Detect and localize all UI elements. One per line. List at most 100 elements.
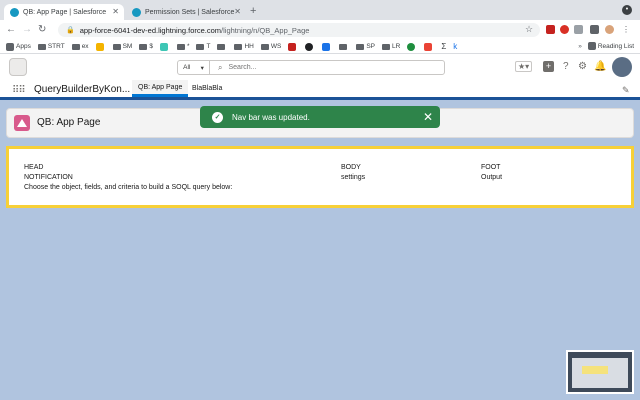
bookmark-red-n[interactable] bbox=[288, 42, 298, 51]
help-question-icon[interactable]: ? bbox=[563, 61, 569, 72]
lock-icon: 🔒 bbox=[66, 27, 75, 34]
bookmark-ws[interactable]: WS bbox=[260, 43, 281, 50]
bookmark-dark[interactable] bbox=[305, 42, 315, 51]
bookmark-green[interactable] bbox=[407, 42, 417, 51]
app-name: QueryBuilderByKon... bbox=[34, 84, 131, 95]
browser-tab-permission-sets[interactable]: Permission Sets | Salesforce ✕ bbox=[126, 4, 246, 20]
col3-foot: FOOT bbox=[481, 164, 501, 171]
search-icon: ⌕ bbox=[218, 62, 223, 72]
col1-instructions: Choose the object, fields, and criteria … bbox=[24, 184, 233, 191]
bookmark-yellow-icon bbox=[95, 42, 104, 51]
col2-body: BODY bbox=[341, 164, 361, 171]
bookmark-lr[interactable]: LR bbox=[382, 43, 400, 50]
notifications-bell-icon[interactable]: 🔔 bbox=[594, 61, 606, 72]
bookmark-star[interactable]: * bbox=[176, 43, 189, 50]
extension-puzzle-icon[interactable] bbox=[590, 25, 599, 34]
screenshot-thumbnail[interactable] bbox=[566, 350, 634, 394]
bookmark-green-icon bbox=[407, 42, 416, 51]
folder-icon bbox=[356, 43, 365, 50]
folder-icon bbox=[234, 43, 243, 50]
user-avatar[interactable] bbox=[612, 57, 632, 77]
app-launcher-waffle-icon[interactable]: ⠿⠿ bbox=[12, 85, 26, 96]
folder-icon bbox=[382, 43, 390, 50]
toast-close-icon[interactable]: ✕ bbox=[423, 110, 433, 124]
global-search[interactable]: All ▾ ⌕ bbox=[177, 60, 445, 75]
folder-icon bbox=[196, 43, 205, 50]
extension-abp-icon[interactable] bbox=[560, 25, 569, 34]
edit-nav-pencil-icon[interactable]: ✎ bbox=[622, 85, 630, 96]
bookmark-strt[interactable]: STRT bbox=[37, 43, 65, 50]
browser-tab-qb-app-page[interactable]: QB: App Page | Salesforce ✕ bbox=[4, 4, 124, 20]
bookmark-blank[interactable] bbox=[217, 43, 227, 50]
reading-list-icon bbox=[587, 42, 596, 50]
favorites-star-icon[interactable]: ★▾ bbox=[515, 61, 533, 72]
chevron-down-icon: ▾ bbox=[200, 64, 204, 72]
success-toast: ✓ Nav bar was updated. ✕ bbox=[200, 106, 440, 128]
search-input[interactable] bbox=[228, 64, 429, 71]
search-scope-dropdown[interactable]: All ▾ bbox=[178, 61, 210, 74]
bookmark-apps[interactable]: Apps bbox=[6, 42, 31, 51]
col1-notification: NOTIFICATION bbox=[24, 174, 73, 181]
setup-gear-icon[interactable]: ⚙ bbox=[578, 61, 587, 72]
bookmark-ex[interactable]: ex bbox=[71, 43, 89, 50]
bookmark-blue-icon bbox=[322, 42, 331, 51]
more-bookmarks-chevron-icon[interactable]: » bbox=[578, 43, 582, 50]
address-bar[interactable]: 🔒 app-force-6041-dev-ed.lightning.force.… bbox=[58, 23, 540, 37]
url-host: app-force-6041-dev-ed.lightning.force.co… bbox=[79, 25, 222, 35]
bookmark-sp[interactable]: SP bbox=[356, 43, 375, 50]
bookmark-hh[interactable]: HH bbox=[234, 43, 254, 50]
nav-tab-qb-app-page[interactable]: QB: App Page bbox=[132, 80, 189, 97]
bookmark-sigma[interactable]: Σ bbox=[441, 42, 446, 51]
folder-icon bbox=[217, 43, 226, 50]
extension-gmail-icon[interactable] bbox=[546, 25, 555, 34]
folder-icon bbox=[71, 43, 80, 50]
forward-arrow-icon[interactable]: → bbox=[22, 24, 32, 35]
bookmark-gmail[interactable] bbox=[424, 42, 434, 51]
browser-toolbar: ← → ↻ 🔒 app-force-6041-dev-ed.lightning.… bbox=[0, 20, 640, 40]
bookmark-m-icon bbox=[159, 42, 168, 51]
window-menu-icon[interactable]: • bbox=[622, 5, 632, 15]
bookmark-dark-icon bbox=[305, 42, 314, 51]
page-icon bbox=[14, 115, 30, 131]
bookmark-dollar[interactable]: $ bbox=[139, 43, 153, 50]
bookmark-folder-a[interactable] bbox=[339, 43, 349, 50]
profile-avatar-icon[interactable] bbox=[605, 25, 614, 34]
bookmark-gmail-icon bbox=[424, 42, 433, 51]
close-tab-icon[interactable]: ✕ bbox=[234, 7, 241, 16]
folder-icon bbox=[37, 43, 46, 50]
thumbnail-highlight bbox=[582, 366, 608, 374]
col3-output: Output bbox=[481, 174, 503, 181]
bookmark-yellow[interactable] bbox=[95, 42, 106, 51]
triangle-icon bbox=[17, 119, 27, 127]
col1-head: HEAD bbox=[24, 164, 44, 171]
folder-icon bbox=[112, 43, 121, 50]
folder-icon bbox=[339, 43, 348, 50]
col2-settings: settings bbox=[341, 174, 366, 181]
bookmark-m[interactable] bbox=[159, 42, 170, 51]
back-arrow-icon[interactable]: ← bbox=[6, 24, 16, 35]
bookmark-sm[interactable]: SM bbox=[112, 43, 132, 50]
bookmark-t[interactable]: T bbox=[196, 43, 210, 50]
bookmark-star-icon[interactable]: ☆ bbox=[525, 24, 533, 35]
k-icon: k bbox=[453, 42, 458, 51]
folder-icon bbox=[260, 43, 269, 50]
global-actions-plus-icon[interactable]: + bbox=[543, 61, 554, 72]
new-tab-plus-icon[interactable]: + bbox=[250, 5, 256, 17]
bookmark-blue[interactable] bbox=[322, 42, 332, 51]
nav-tab-blablabla[interactable]: BlaBlaBla bbox=[186, 80, 228, 97]
close-tab-icon[interactable]: ✕ bbox=[112, 7, 119, 16]
extension-generic-icon[interactable] bbox=[574, 25, 583, 34]
reading-list[interactable]: » Reading List bbox=[578, 42, 634, 50]
sigma-icon: Σ bbox=[441, 42, 447, 51]
page-title: QB: App Page bbox=[37, 117, 101, 128]
reload-icon[interactable]: ↻ bbox=[38, 24, 46, 35]
bookmark-red-icon bbox=[288, 42, 297, 51]
bookmark-k[interactable]: k bbox=[453, 42, 457, 51]
org-logo-icon[interactable] bbox=[9, 58, 27, 76]
folder-icon bbox=[176, 43, 185, 50]
bookmarks-bar: Apps STRT ex SM $ * T HH WS SP LR Σ k bbox=[0, 40, 640, 54]
folder-icon bbox=[139, 43, 148, 50]
toast-message: Nav bar was updated. bbox=[232, 112, 310, 122]
success-check-icon: ✓ bbox=[212, 111, 223, 123]
browser-menu-kebab-icon[interactable]: ⋮ bbox=[622, 25, 631, 34]
